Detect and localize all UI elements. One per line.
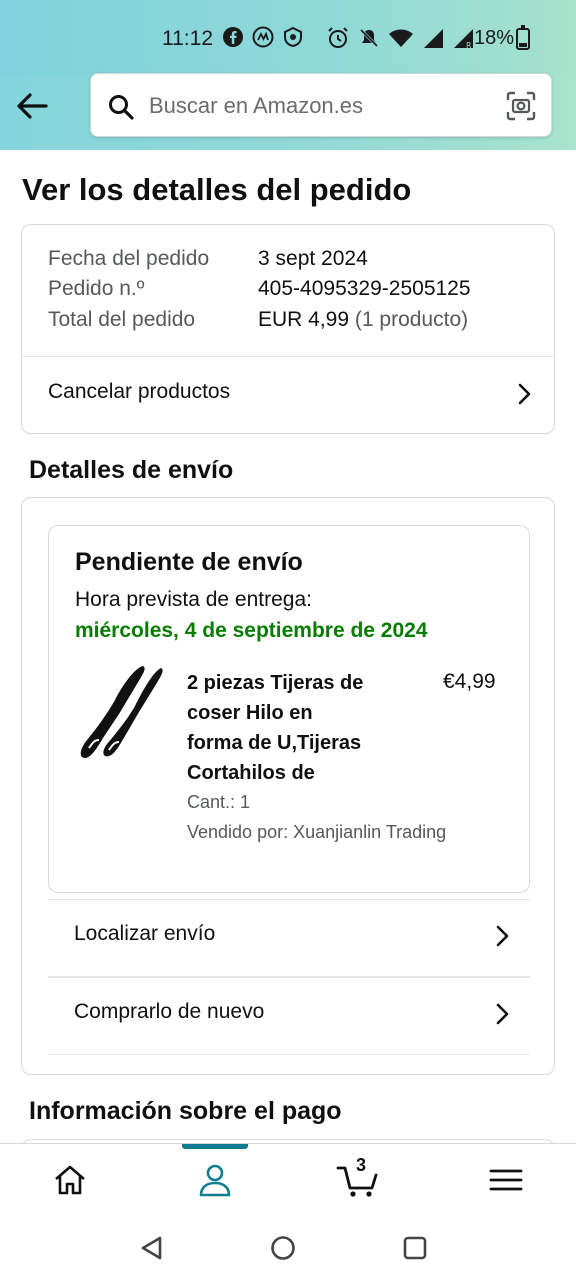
- shipment-box: Pendiente de envío Hora prevista de entr…: [48, 525, 530, 893]
- order-summary-card: Fecha del pedido 3 sept 2024 Pedido n.º …: [21, 224, 555, 434]
- cart-count-badge: 3: [356, 1155, 367, 1175]
- product-quantity: Cant.: 1: [187, 792, 251, 812]
- nav-active-indicator: [182, 1144, 248, 1149]
- track-package-row[interactable]: Localizar envío: [48, 900, 530, 976]
- order-number-label: Pedido n.º: [48, 277, 145, 300]
- signal-roaming-icon: R: [454, 29, 473, 49]
- product-image[interactable]: [73, 662, 169, 762]
- status-system-icons: R: [326, 26, 474, 50]
- divider: [48, 1054, 530, 1055]
- shipment-status: Pendiente de envío: [75, 548, 303, 576]
- status-bar: 11:12 R 18%: [0, 0, 576, 76]
- order-total-label: Total del pedido: [48, 308, 196, 331]
- chevron-right-icon: [518, 383, 531, 405]
- mute-icon: [359, 28, 379, 48]
- coinmarketcap-icon: [252, 26, 274, 48]
- search-icon[interactable]: [107, 93, 135, 121]
- back-button[interactable]: [14, 88, 54, 124]
- account-icon[interactable]: [195, 1162, 235, 1198]
- chevron-right-icon: [496, 925, 509, 947]
- product-price: €4,99: [443, 670, 496, 693]
- order-number-value: 405-4095329-2505125: [258, 277, 471, 300]
- order-total-amount: EUR 4,99: [258, 308, 350, 331]
- shield-app-icon: [284, 26, 302, 48]
- search-bar[interactable]: [90, 73, 552, 137]
- order-date-value: 3 sept 2024: [258, 247, 368, 270]
- home-circle-icon[interactable]: [268, 1233, 298, 1263]
- battery-percent: 18%: [474, 27, 515, 49]
- menu-icon[interactable]: [486, 1162, 526, 1198]
- home-icon[interactable]: [50, 1162, 90, 1198]
- svg-text:R: R: [466, 41, 472, 49]
- recents-square-icon[interactable]: [400, 1233, 430, 1263]
- camera-search-icon[interactable]: [505, 90, 537, 122]
- system-nav-bar: [0, 1215, 576, 1280]
- product-title[interactable]: 2 piezas Tijeras de coser Hilo en forma …: [187, 668, 407, 788]
- product-title-line: coser Hilo en: [187, 702, 313, 724]
- cancel-products-row[interactable]: Cancelar productos: [22, 357, 554, 433]
- signal-icon: [424, 29, 443, 48]
- product-seller: Vendido por: Xuanjianlin Trading: [187, 822, 447, 842]
- buy-again-row[interactable]: Comprarlo de nuevo: [48, 978, 530, 1054]
- page-title: Ver los detalles del pedido: [22, 172, 412, 207]
- alarm-icon: [328, 27, 348, 48]
- status-app-icons: [222, 26, 304, 48]
- facebook-icon: [223, 27, 243, 47]
- order-date-label: Fecha del pedido: [48, 247, 210, 270]
- payment-section-title: Información sobre el pago: [29, 1097, 342, 1125]
- shipping-section-title: Detalles de envío: [29, 456, 234, 484]
- product-title-line: 2 piezas Tijeras de: [187, 672, 364, 694]
- wifi-icon: [389, 29, 413, 47]
- search-input[interactable]: [149, 88, 499, 124]
- buy-again-label: Comprarlo de nuevo: [74, 1000, 265, 1023]
- chevron-right-icon: [496, 1003, 509, 1025]
- battery-icon: [516, 25, 530, 50]
- delivery-date: miércoles, 4 de septiembre de 2024: [75, 619, 428, 642]
- delivery-label: Hora prevista de entrega:: [75, 588, 312, 611]
- order-total-items: (1 producto): [354, 308, 469, 331]
- shipping-details-card: Pendiente de envío Hora prevista de entr…: [21, 497, 555, 1075]
- track-package-label: Localizar envío: [74, 922, 216, 945]
- arrow-left-icon: [17, 93, 48, 119]
- back-triangle-icon[interactable]: [138, 1233, 168, 1263]
- cancel-products-label: Cancelar productos: [48, 380, 231, 403]
- product-title-line: forma de U,Tijeras: [187, 732, 362, 754]
- bottom-nav: [0, 1143, 576, 1215]
- order-total-value: EUR 4,99 (1 producto): [258, 308, 468, 332]
- status-time: 11:12: [162, 27, 213, 50]
- product-title-line: Cortahilos de: [187, 762, 315, 784]
